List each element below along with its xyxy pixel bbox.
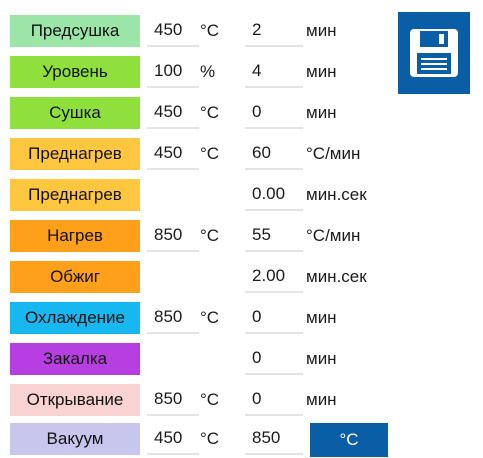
time-field[interactable]: 0 bbox=[245, 97, 303, 129]
time-field[interactable]: 0 bbox=[245, 343, 303, 375]
temperature-field[interactable]: 450 bbox=[147, 138, 199, 170]
temperature-field[interactable]: 850 bbox=[147, 384, 199, 416]
temperature-unit: °C bbox=[200, 103, 220, 122]
time-unit: мин bbox=[306, 62, 337, 81]
temperature-unit: °C bbox=[200, 21, 220, 40]
stage-label[interactable]: Охлаждение bbox=[10, 302, 140, 334]
temperature-field[interactable]: 450 bbox=[147, 97, 199, 129]
stage-label[interactable]: Преднагрев bbox=[10, 179, 140, 211]
vacuum-field[interactable]: 850 bbox=[245, 423, 303, 455]
temperature-field[interactable]: 850 bbox=[147, 302, 199, 334]
time-unit: мин bbox=[306, 21, 337, 40]
stage-label[interactable]: Предсушка bbox=[10, 15, 140, 47]
stage-label[interactable]: Преднагрев bbox=[10, 138, 140, 170]
stage-label[interactable]: Обжиг bbox=[10, 261, 140, 293]
temperature-unit: °C bbox=[200, 144, 220, 163]
temperature-field[interactable]: 850 bbox=[147, 220, 199, 252]
stage-label[interactable]: Вакуум bbox=[10, 423, 140, 455]
time-field[interactable]: 0 bbox=[245, 384, 303, 416]
time-unit: мин bbox=[306, 103, 337, 122]
temperature-unit: °C bbox=[200, 308, 220, 327]
temperature-field[interactable]: 450 bbox=[147, 423, 199, 455]
temperature-unit: °C bbox=[200, 390, 220, 409]
time-unit: мин.сек bbox=[306, 267, 367, 286]
stage-label[interactable]: Закалка bbox=[10, 343, 140, 375]
rate-unit: °С/мин bbox=[306, 144, 361, 163]
time-unit: мин bbox=[306, 349, 337, 368]
time-unit: мин bbox=[306, 308, 337, 327]
stage-label[interactable]: Уровень bbox=[10, 56, 140, 88]
temperature-unit: °C bbox=[200, 226, 220, 245]
time-field[interactable]: 0.00 bbox=[245, 179, 303, 211]
stage-label[interactable]: Нагрев bbox=[10, 220, 140, 252]
temperature-field[interactable]: 100 bbox=[147, 56, 199, 88]
rate-field[interactable]: 55 bbox=[245, 220, 303, 252]
temperature-unit-button[interactable]: °C bbox=[310, 423, 388, 457]
temperature-field[interactable]: 450 bbox=[147, 15, 199, 47]
time-field[interactable]: 4 bbox=[245, 56, 303, 88]
time-field[interactable]: 0 bbox=[245, 302, 303, 334]
time-unit: мин bbox=[306, 390, 337, 409]
rate-unit: °С/мин bbox=[306, 226, 361, 245]
time-unit: мин.сек bbox=[306, 185, 367, 204]
stage-label[interactable]: Открывание bbox=[10, 384, 140, 416]
time-field[interactable]: 2 bbox=[245, 15, 303, 47]
stage-label[interactable]: Сушка bbox=[10, 97, 140, 129]
time-field[interactable]: 2.00 bbox=[245, 261, 303, 293]
rate-field[interactable]: 60 bbox=[245, 138, 303, 170]
temperature-unit: % bbox=[200, 62, 216, 81]
temperature-unit: °C bbox=[200, 429, 220, 448]
